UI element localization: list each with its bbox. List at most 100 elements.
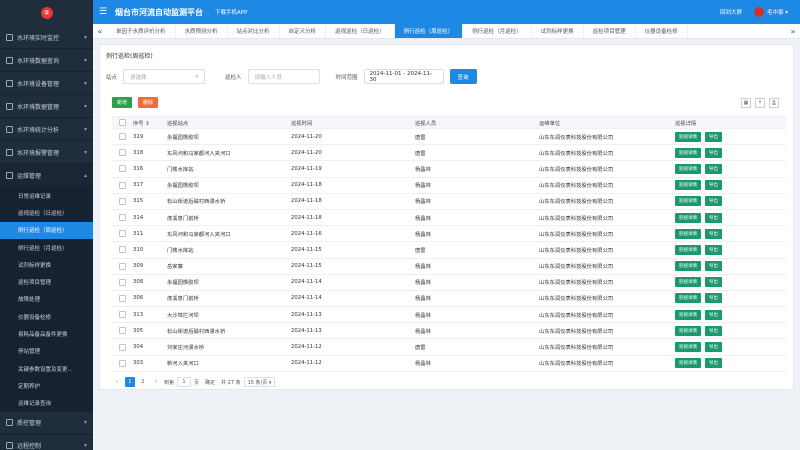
menu-group-5[interactable]: 水环境报警管理 ▾ <box>0 141 93 164</box>
export-button[interactable]: 导出 <box>705 163 722 174</box>
export-button[interactable]: 导出 <box>705 309 722 320</box>
menu-group-0[interactable]: 水环境实时监控 ▾ <box>0 26 93 49</box>
row-checkbox[interactable] <box>119 214 126 222</box>
detail-button[interactable]: 巡视详情 <box>675 196 701 207</box>
detail-button[interactable]: 巡视详情 <box>675 293 701 304</box>
detail-button[interactable]: 巡视详情 <box>675 342 701 353</box>
big-screen-link[interactable]: 回到大屏 <box>720 8 742 16</box>
detail-button[interactable]: 巡视详情 <box>675 180 701 191</box>
add-button[interactable]: 新增 <box>112 97 133 108</box>
date-range-input[interactable]: 2024-11-01 - 2024-11-30 <box>363 69 444 84</box>
menu-group-2[interactable]: 水环境设备管理 ▾ <box>0 72 93 95</box>
detail-button[interactable]: 巡视详情 <box>675 147 701 158</box>
detail-button[interactable]: 巡视详情 <box>675 244 701 255</box>
col-no[interactable]: 序号 ⇕ <box>133 119 167 127</box>
export-button[interactable]: 导出 <box>705 196 722 207</box>
page-size-select[interactable]: 15 条/页 ▾ <box>243 377 276 387</box>
export-button[interactable]: 导出 <box>705 147 722 158</box>
menu-group-3[interactable]: 水环境数据管理 ▾ <box>0 95 93 118</box>
tab-1[interactable]: 水质预测分析 <box>176 24 228 38</box>
row-checkbox[interactable] <box>119 181 126 189</box>
delete-button[interactable]: 删除 <box>138 97 159 108</box>
sidebar-item-4[interactable]: 试剂标样更换 <box>0 256 93 273</box>
detail-button[interactable]: 巡视详情 <box>675 358 701 369</box>
row-checkbox[interactable] <box>119 133 126 141</box>
export-button[interactable]: 导出 <box>705 131 722 142</box>
row-checkbox[interactable] <box>119 165 126 173</box>
select-all-checkbox[interactable] <box>119 119 126 126</box>
tab-2[interactable]: 站点对比分析 <box>228 24 280 38</box>
person-input[interactable]: 请输入人员 <box>247 69 320 84</box>
sidebar-item-3[interactable]: 例行巡检（月巡检） <box>0 239 93 256</box>
user-menu[interactable]: 毛中豪 ▾ <box>753 7 788 17</box>
page-button[interactable]: 2 <box>138 377 148 387</box>
export-button[interactable]: 导出 <box>705 180 722 191</box>
menu-group-ops[interactable]: 运维管理 ▴ <box>0 164 93 187</box>
tab-7[interactable]: 试剂标样更换 <box>532 24 584 38</box>
sidebar-item-10[interactable]: 关键参数设置及变更... <box>0 360 93 377</box>
detail-button[interactable]: 巡视详情 <box>675 131 701 142</box>
row-checkbox[interactable] <box>119 246 126 254</box>
sidebar-item-0[interactable]: 日常运维记录 <box>0 187 93 204</box>
row-checkbox[interactable] <box>119 278 126 286</box>
row-checkbox[interactable] <box>119 230 126 238</box>
export-button[interactable]: 导出 <box>705 244 722 255</box>
export-icon[interactable]: ⭳ <box>755 98 765 108</box>
tab-6[interactable]: 例行巡检（月巡检） <box>463 24 532 38</box>
sidebar-item-1[interactable]: 巡视巡检（日巡检） <box>0 204 93 221</box>
sidebar-item-12[interactable]: 运维记录查询 <box>0 395 93 412</box>
sidebar-item-6[interactable]: 故障处理 <box>0 291 93 308</box>
row-checkbox[interactable] <box>119 197 126 205</box>
download-app-link[interactable]: 下载手机APP <box>215 8 247 16</box>
row-checkbox[interactable] <box>119 311 126 319</box>
page-next-button[interactable]: › <box>151 377 161 387</box>
detail-button[interactable]: 巡视详情 <box>675 212 701 223</box>
menu-group-bottom-1[interactable]: 远程控制 ▾ <box>0 435 93 450</box>
sidebar-item-11[interactable]: 定期养护 <box>0 377 93 394</box>
detail-button[interactable]: 巡视详情 <box>675 325 701 336</box>
query-button[interactable]: 查询 <box>449 69 477 84</box>
sidebar-item-7[interactable]: 仪器设备检修 <box>0 308 93 325</box>
tab-9[interactable]: 仪器设备检修 <box>636 24 688 38</box>
tabs-next-button[interactable]: » <box>786 27 800 36</box>
sidebar-item-5[interactable]: 巡检项目管理 <box>0 273 93 290</box>
menu-group-1[interactable]: 水环境数据查询 ▾ <box>0 49 93 72</box>
row-checkbox[interactable] <box>119 294 126 302</box>
export-button[interactable]: 导出 <box>705 261 722 272</box>
tab-5[interactable]: 例行巡检（周巡检） <box>394 24 464 38</box>
row-checkbox[interactable] <box>119 327 126 335</box>
export-button[interactable]: 导出 <box>705 212 722 223</box>
export-button[interactable]: 导出 <box>705 228 722 239</box>
goto-confirm-button[interactable]: 确定 <box>202 377 218 387</box>
tabs-prev-button[interactable]: « <box>93 27 107 36</box>
row-checkbox[interactable] <box>119 359 126 367</box>
export-button[interactable]: 导出 <box>705 277 722 288</box>
detail-button[interactable]: 巡视详情 <box>675 309 701 320</box>
print-icon[interactable]: ⎙ <box>769 98 779 108</box>
columns-icon[interactable]: ▦ <box>741 98 751 108</box>
menu-toggle-icon[interactable]: ☰ <box>93 7 113 17</box>
detail-button[interactable]: 巡视详情 <box>675 163 701 174</box>
row-checkbox[interactable] <box>119 262 126 270</box>
row-checkbox[interactable] <box>119 343 126 351</box>
goto-page-input[interactable]: 1 <box>177 377 192 387</box>
export-button[interactable]: 导出 <box>705 358 722 369</box>
export-button[interactable]: 导出 <box>705 325 722 336</box>
export-button[interactable]: 导出 <box>705 342 722 353</box>
menu-group-4[interactable]: 水环境统计分析 ▾ <box>0 118 93 141</box>
tab-3[interactable]: 自定义分析 <box>280 24 327 38</box>
tab-0[interactable]: 单因子水质评价分析 <box>107 24 176 38</box>
tab-4[interactable]: 巡视巡检（日巡检） <box>326 24 395 38</box>
detail-button[interactable]: 巡视详情 <box>675 228 701 239</box>
site-select[interactable]: 请选择 ▾ <box>123 69 206 84</box>
detail-button[interactable]: 巡视详情 <box>675 277 701 288</box>
menu-group-bottom-0[interactable]: 质控管理 ▾ <box>0 412 93 435</box>
sidebar-item-2[interactable]: 例行巡检（周巡检） <box>0 221 93 239</box>
sidebar-item-8[interactable]: 易耗品备品备件更换 <box>0 325 93 342</box>
row-checkbox[interactable] <box>119 149 126 157</box>
detail-button[interactable]: 巡视详情 <box>675 261 701 272</box>
tab-8[interactable]: 巡检项目管理 <box>584 24 636 38</box>
export-button[interactable]: 导出 <box>705 293 722 304</box>
page-prev-button[interactable]: ‹ <box>112 377 122 387</box>
page-button[interactable]: 1 <box>125 377 135 387</box>
